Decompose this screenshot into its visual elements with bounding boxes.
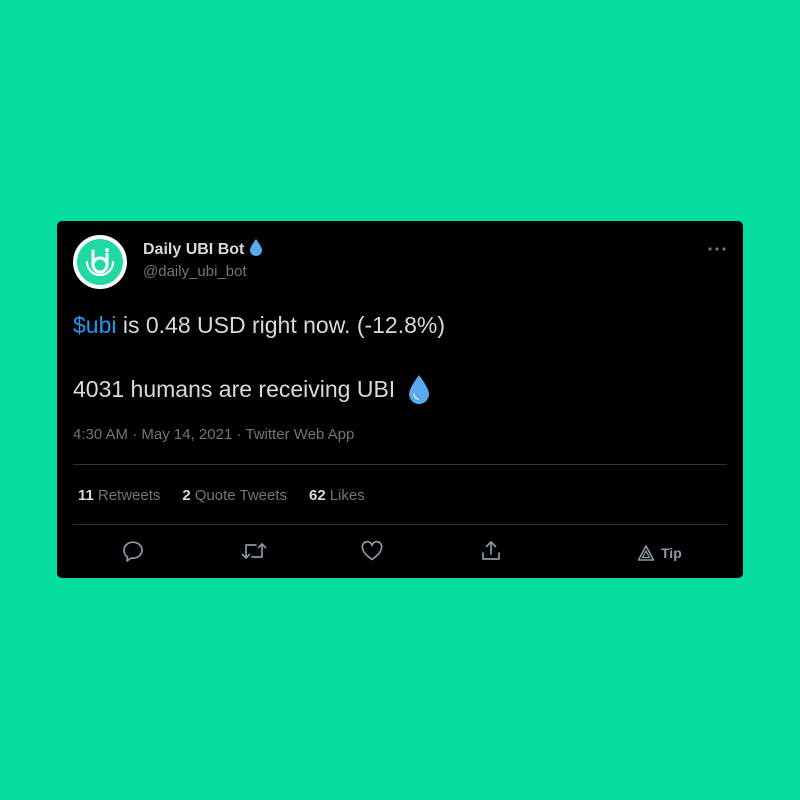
- tweet-date[interactable]: May 14, 2021: [141, 426, 232, 443]
- tweet-card: Daily UBI Bot @daily_ubi_bot $ubi is 0.4…: [57, 221, 743, 578]
- tip-icon: [637, 544, 655, 562]
- retweets-label: Retweets: [97, 487, 161, 504]
- meta-separator: ·: [132, 426, 138, 443]
- display-name[interactable]: Daily UBI Bot: [143, 239, 263, 261]
- drop-icon: [250, 239, 263, 261]
- quote-tweets-stat[interactable]: 2 Quote Tweets: [182, 487, 287, 504]
- retweets-count: 11: [78, 487, 94, 504]
- reply-icon: [121, 539, 145, 568]
- likes-stat[interactable]: 62 Likes: [309, 487, 365, 504]
- tweet-stats: 11 Retweets 2 Quote Tweets 62 Likes: [78, 487, 365, 504]
- ubi-logo-icon: [77, 239, 123, 285]
- tweet-source[interactable]: Twitter Web App: [245, 426, 354, 443]
- tip-label: Tip: [661, 545, 682, 561]
- user-handle[interactable]: @daily_ubi_bot: [143, 263, 247, 280]
- likes-count: 62: [309, 487, 326, 504]
- cashtag-link[interactable]: $ubi: [73, 312, 116, 338]
- retweet-icon: [241, 539, 267, 568]
- meta-separator: ·: [236, 426, 242, 443]
- tip-button[interactable]: Tip: [637, 541, 682, 565]
- retweet-button[interactable]: [241, 541, 267, 565]
- tweet-text-price: is 0.48 USD right now. (-12.8%): [116, 312, 446, 338]
- quote-tweets-count: 2: [182, 487, 191, 504]
- tweet-time[interactable]: 4:30 AM: [73, 426, 128, 443]
- display-name-text: Daily UBI Bot: [143, 241, 245, 258]
- tweet-meta: 4:30 AM · May 14, 2021 · Twitter Web App: [73, 426, 354, 443]
- tweet-text-line-2: 4031 humans are receiving UBI: [73, 375, 430, 404]
- heart-icon: [360, 539, 384, 568]
- avatar[interactable]: [73, 235, 127, 289]
- share-icon: [479, 539, 503, 568]
- share-button[interactable]: [479, 539, 503, 568]
- more-button[interactable]: [705, 237, 729, 257]
- quote-tweets-label: Quote Tweets: [194, 487, 288, 504]
- divider: [73, 524, 727, 525]
- tweet-text-humans: 4031 humans are receiving UBI: [73, 376, 396, 402]
- more-icon: [708, 238, 726, 256]
- tweet-text-line-1: $ubi is 0.48 USD right now. (-12.8%): [73, 312, 445, 339]
- drop-icon: [409, 375, 430, 404]
- like-button[interactable]: [360, 539, 384, 568]
- likes-label: Likes: [329, 487, 365, 504]
- reply-button[interactable]: [121, 539, 145, 568]
- retweets-stat[interactable]: 11 Retweets: [78, 487, 160, 504]
- divider: [73, 464, 727, 465]
